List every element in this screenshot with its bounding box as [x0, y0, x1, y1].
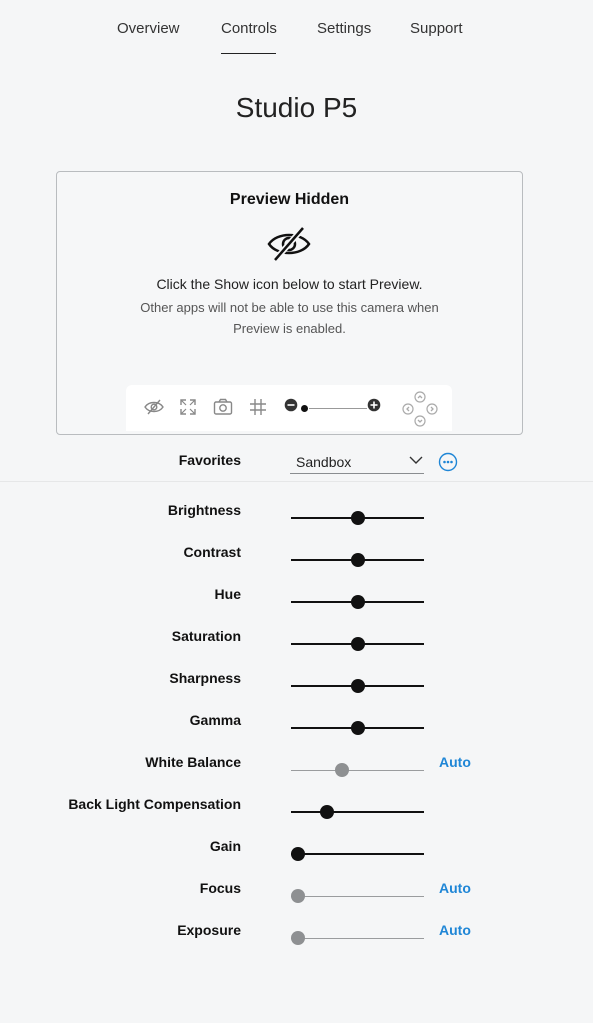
control-row-white-balance: White Balance Auto: [0, 754, 593, 796]
control-row-saturation: Saturation: [0, 628, 593, 670]
white-balance-slider[interactable]: [291, 762, 424, 780]
zoom-slider-thumb[interactable]: [301, 405, 308, 412]
control-row-focus: Focus Auto: [0, 880, 593, 922]
section-divider: [0, 481, 593, 482]
sharpness-label: Sharpness: [169, 670, 241, 686]
zoom-in-icon[interactable]: [367, 398, 381, 412]
favorites-selected-value: Sandbox: [296, 454, 352, 470]
page-title: Studio P5: [235, 92, 358, 123]
slider-thumb[interactable]: [350, 511, 365, 525]
fullscreen-icon[interactable]: [179, 398, 197, 416]
gamma-label: Gamma: [189, 712, 241, 728]
slider-thumb[interactable]: [350, 679, 365, 693]
sharpness-slider[interactable]: [291, 678, 424, 696]
control-row-gain: Gain: [0, 838, 593, 880]
camera-snapshot-icon[interactable]: [213, 398, 233, 416]
slider-track: [291, 853, 424, 855]
white-balance-auto-toggle[interactable]: Auto: [439, 754, 471, 770]
control-row-back-light-compensation: Back Light Compensation: [0, 796, 593, 838]
favorites-dropdown[interactable]: Sandbox: [290, 449, 424, 474]
white-balance-label: White Balance: [145, 754, 241, 770]
contrast-slider[interactable]: [291, 552, 424, 570]
preview-toolbar: [126, 385, 452, 431]
tab-settings[interactable]: Settings: [317, 20, 371, 37]
preview-heading: Preview Hidden: [229, 191, 350, 208]
show-preview-icon[interactable]: [144, 398, 164, 416]
slider-thumb[interactable]: [290, 847, 305, 861]
exposure-label: Exposure: [177, 922, 241, 938]
slider-thumb[interactable]: [350, 553, 365, 567]
gain-slider[interactable]: [290, 846, 424, 864]
slider-track: [291, 770, 424, 771]
exposure-auto-toggle[interactable]: Auto: [439, 922, 471, 938]
more-icon[interactable]: [438, 452, 458, 472]
exposure-slider[interactable]: [290, 930, 424, 948]
back-light-compensation-slider[interactable]: [291, 804, 424, 822]
control-row-hue: Hue: [0, 586, 593, 628]
tab-overview[interactable]: Overview: [117, 20, 180, 37]
top-nav: Overview Controls Settings Support: [0, 0, 593, 56]
focus-auto-toggle[interactable]: Auto: [439, 880, 471, 896]
slider-thumb[interactable]: [350, 595, 365, 609]
focus-label: Focus: [199, 880, 241, 896]
brightness-slider[interactable]: [291, 510, 424, 528]
hue-label: Hue: [214, 586, 241, 602]
brightness-label: Brightness: [167, 502, 241, 518]
gain-label: Gain: [209, 838, 241, 854]
grid-icon[interactable]: [249, 398, 267, 416]
preview-note: Other apps will not be able to use this …: [140, 300, 439, 336]
zoom-slider-track[interactable]: [309, 408, 367, 409]
slider-track: [291, 938, 424, 939]
eye-slash-icon: [267, 226, 311, 262]
focus-slider[interactable]: [290, 888, 424, 906]
back-light-compensation-label: Back Light Compensation: [68, 796, 241, 812]
control-row-brightness: Brightness: [0, 502, 593, 544]
slider-thumb[interactable]: [334, 763, 349, 777]
saturation-slider[interactable]: [291, 636, 424, 654]
favorites-label: Favorites: [178, 452, 241, 468]
pan-tilt-icon[interactable]: [402, 391, 438, 427]
preview-instruction: Click the Show icon below to start Previ…: [156, 276, 423, 292]
slider-thumb[interactable]: [290, 889, 305, 903]
zoom-out-icon[interactable]: [284, 398, 298, 412]
hue-slider[interactable]: [291, 594, 424, 612]
contrast-label: Contrast: [183, 544, 241, 560]
control-row-exposure: Exposure Auto: [0, 922, 593, 964]
control-row-gamma: Gamma: [0, 712, 593, 754]
active-tab-indicator: [221, 53, 276, 54]
gamma-slider[interactable]: [291, 720, 424, 738]
preview-panel: Preview Hidden Click the Show icon below…: [56, 171, 523, 435]
tab-support[interactable]: Support: [410, 20, 463, 37]
chevron-down-icon: [409, 456, 423, 464]
slider-track: [291, 896, 424, 897]
saturation-label: Saturation: [171, 628, 241, 644]
slider-thumb[interactable]: [290, 931, 305, 945]
slider-track: [291, 811, 424, 813]
slider-thumb[interactable]: [350, 721, 365, 735]
slider-thumb[interactable]: [319, 805, 334, 819]
control-row-contrast: Contrast: [0, 544, 593, 586]
slider-thumb[interactable]: [350, 637, 365, 651]
control-row-sharpness: Sharpness: [0, 670, 593, 712]
tab-controls[interactable]: Controls: [221, 20, 277, 37]
